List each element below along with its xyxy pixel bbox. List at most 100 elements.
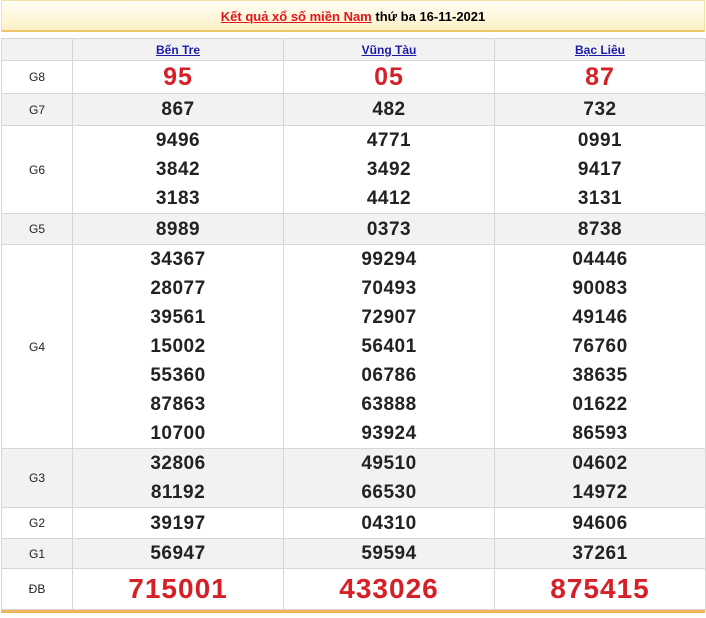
prize-row: G6 9496 3842 3183 4771 3492 4412 0991 9417 3131 [1, 125, 706, 214]
prize-cell: 8738 [494, 213, 706, 245]
prize-number: 15002 [150, 336, 206, 357]
prize-number: 39197 [150, 512, 206, 534]
prize-cell: 4771 3492 4412 [283, 125, 495, 214]
prize-number: 56947 [150, 543, 206, 564]
prize-cell: 32806 81192 [72, 448, 284, 508]
prize-number: 14972 [572, 482, 628, 503]
prize-number: 37261 [572, 543, 628, 564]
header-province-2: Vũng Tàu [283, 38, 495, 61]
prize-number: 38635 [572, 365, 628, 386]
prize-number: 3842 [155, 159, 201, 180]
prize-cell: 39197 [72, 507, 284, 539]
prize-number: 32806 [150, 453, 206, 474]
prize-number: 04446 [572, 249, 628, 270]
prize-number: 49510 [361, 453, 417, 474]
bottom-divider [1, 610, 705, 613]
prize-number: 93924 [361, 423, 417, 444]
prize-number: 9417 [577, 159, 623, 180]
prize-number: 867 [161, 99, 195, 120]
prize-number: 56401 [361, 336, 417, 357]
prize-number: 433026 [339, 573, 439, 604]
prize-body: G8 95 05 87 G7 867 482 732 G6 9496 3842 3183 4771 349… [1, 60, 706, 610]
prize-number: 8738 [577, 218, 623, 240]
prize-cell: 8989 [72, 213, 284, 245]
prize-cell: 04602 14972 [494, 448, 706, 508]
prize-number: 86593 [572, 423, 628, 444]
prize-cell: 732 [494, 93, 706, 126]
prize-row: G8 95 05 87 [1, 60, 706, 94]
prize-cell: 59594 [283, 538, 495, 569]
prize-cell: 99294 70493 72907 56401 06786 63888 93924 [283, 244, 495, 449]
prize-number: 05 [374, 62, 404, 91]
title-link[interactable]: Kết quả xổ số miền Nam [221, 9, 372, 24]
prize-number: 06786 [361, 365, 417, 386]
title-date: thứ ba 16-11-2021 [375, 9, 486, 24]
prize-number: 732 [583, 99, 617, 120]
prize-cell: 49510 66530 [283, 448, 495, 508]
prize-label: G8 [1, 60, 73, 94]
prize-number: 94606 [572, 512, 628, 534]
prize-row: ĐB 715001 433026 875415 [1, 568, 706, 610]
prize-label: G1 [1, 538, 73, 569]
header-blank [1, 38, 73, 61]
prize-cell: 0373 [283, 213, 495, 245]
prize-number: 99294 [361, 249, 417, 270]
prize-label: G7 [1, 93, 73, 126]
prize-label: G5 [1, 213, 73, 245]
prize-number: 76760 [572, 336, 628, 357]
prize-row: G3 32806 81192 49510 66530 04602 14972 [1, 448, 706, 508]
prize-number: 01622 [572, 394, 628, 415]
prize-cell: 34367 28077 39561 15002 55360 87863 10700 [72, 244, 284, 449]
prize-number: 3131 [577, 188, 623, 209]
prize-cell: 04310 [283, 507, 495, 539]
prize-number: 10700 [150, 423, 206, 444]
prize-label: ĐB [1, 568, 73, 610]
prize-number: 81192 [150, 482, 206, 503]
prize-cell: 04446 90083 49146 76760 38635 01622 86593 [494, 244, 706, 449]
prize-cell: 9496 3842 3183 [72, 125, 284, 214]
prize-number: 59594 [361, 543, 417, 564]
prize-number: 34367 [150, 249, 206, 270]
province-link-vung-tau[interactable]: Vũng Tàu [362, 43, 417, 57]
prize-number: 4412 [366, 188, 412, 209]
prize-cell: 482 [283, 93, 495, 126]
header-row: Bến Tre Vũng Tàu Bạc Liêu [1, 38, 706, 61]
prize-number: 72907 [361, 307, 417, 328]
prize-number: 28077 [150, 278, 206, 299]
prize-label: G6 [1, 125, 73, 214]
prize-number: 04310 [361, 512, 417, 534]
province-link-bac-lieu[interactable]: Bạc Liêu [575, 43, 625, 57]
prize-cell: 56947 [72, 538, 284, 569]
prize-number: 49146 [572, 307, 628, 328]
prize-cell: 94606 [494, 507, 706, 539]
prize-cell: 37261 [494, 538, 706, 569]
header-province-1: Bến Tre [72, 38, 284, 61]
prize-number: 63888 [361, 394, 417, 415]
prize-cell: 433026 [283, 568, 495, 610]
prize-number: 04602 [572, 453, 628, 474]
prize-label: G3 [1, 448, 73, 508]
prize-cell: 867 [72, 93, 284, 126]
lottery-results: Kết quả xổ số miền Nam thứ ba 16-11-2021… [1, 0, 706, 614]
prize-cell: 715001 [72, 568, 284, 610]
prize-number: 70493 [361, 278, 417, 299]
prize-cell: 05 [283, 60, 495, 94]
prize-row: G7 867 482 732 [1, 93, 706, 126]
prize-number: 875415 [550, 573, 650, 604]
prize-cell: 87 [494, 60, 706, 94]
prize-number: 9496 [155, 130, 201, 151]
prize-number: 482 [372, 99, 406, 120]
province-link-ben-tre[interactable]: Bến Tre [156, 43, 200, 57]
prize-label: G4 [1, 244, 73, 449]
prize-number: 87863 [150, 394, 206, 415]
prize-number: 8989 [155, 218, 201, 240]
prize-number: 715001 [128, 573, 228, 604]
prize-label: G2 [1, 507, 73, 539]
prize-row: G2 39197 04310 94606 [1, 507, 706, 539]
prize-row: G4 34367 28077 39561 15002 55360 87863 10700 992… [1, 244, 706, 449]
results-title: Kết quả xổ số miền Nam thứ ba 16-11-2021 [1, 0, 705, 32]
prize-number: 55360 [150, 365, 206, 386]
prize-cell: 95 [72, 60, 284, 94]
prize-number: 0991 [577, 130, 623, 151]
prize-row: G1 56947 59594 37261 [1, 538, 706, 569]
